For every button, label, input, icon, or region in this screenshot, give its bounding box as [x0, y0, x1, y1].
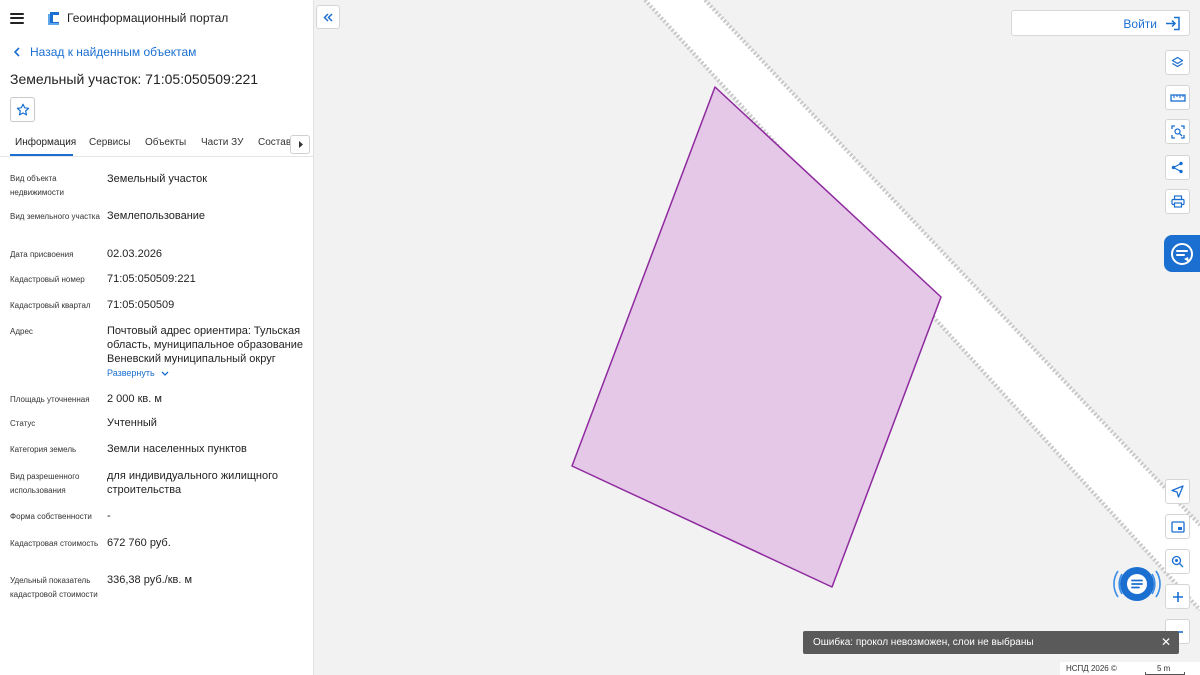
- info-label: Кадастровая стоимость: [10, 539, 99, 548]
- info-label: Кадастровый номер: [10, 275, 85, 284]
- info-value: Земельный участок: [107, 173, 208, 185]
- select-area-icon: [1170, 124, 1185, 139]
- info-label: Статус: [10, 419, 36, 428]
- minimap-button[interactable]: [1165, 514, 1190, 539]
- info-label: Удельный показатель кадастровой стоимост…: [10, 576, 98, 599]
- chat-assistant-button[interactable]: [1110, 557, 1164, 611]
- caret-right-icon: [298, 141, 303, 148]
- map-layer: [571, 0, 1200, 612]
- login-label: Войти: [1123, 17, 1157, 31]
- logo-icon: [48, 11, 59, 25]
- info-value: 02.03.2026: [107, 248, 163, 260]
- layers-icon: [1171, 56, 1184, 68]
- expand-label: Развернуть: [107, 368, 155, 378]
- back-to-results-link[interactable]: Назад к найденным объектам: [13, 45, 313, 59]
- notification-text: Ошибка: прокол невозможен, слои не выбра…: [813, 637, 1034, 648]
- print-button[interactable]: [1165, 189, 1190, 214]
- app-title: Геоинформационный портал: [67, 11, 229, 25]
- share-icon: [1171, 161, 1183, 174]
- share-button[interactable]: [1165, 155, 1190, 180]
- object-title: Земельный участок: 71:05:050509:221: [10, 71, 259, 87]
- chevron-left-icon: [13, 47, 20, 57]
- select-area-button[interactable]: [1165, 119, 1190, 144]
- map-canvas[interactable]: [315, 0, 1200, 675]
- expand-address-link[interactable]: Развернуть: [107, 368, 169, 378]
- map-footer: НСПД 2026 © 5 m: [1060, 662, 1200, 675]
- info-label: Форма собственности: [10, 512, 92, 521]
- tab-composition[interactable]: Состав: [258, 137, 291, 148]
- pin-button[interactable]: [1165, 549, 1190, 574]
- ruler-icon: [1169, 93, 1186, 102]
- tab-information[interactable]: Информация: [15, 137, 76, 148]
- info-value: Земли населенных пунктов: [107, 443, 247, 455]
- login-icon: [1166, 16, 1180, 31]
- print-icon: [1170, 195, 1185, 208]
- locate-icon: [1171, 485, 1184, 498]
- info-value: Землепользование: [107, 210, 206, 222]
- layers-button[interactable]: [1165, 50, 1190, 75]
- login-button[interactable]: Войти: [1011, 10, 1190, 36]
- collapse-panel-button[interactable]: [316, 5, 340, 29]
- info-label: Площадь уточненная: [10, 395, 90, 404]
- info-value: 71:05:050509: [107, 299, 175, 311]
- info-label: Вид разрешенного использования: [10, 472, 80, 495]
- chat-icon: [1113, 567, 1161, 601]
- tab-parcel-parts[interactable]: Части ЗУ: [201, 137, 243, 148]
- chevron-down-icon: [161, 371, 169, 376]
- tab-objects[interactable]: Объекты: [145, 137, 186, 148]
- info-value: 672 760 руб.: [107, 537, 171, 549]
- back-label: Назад к найденным объектам: [30, 45, 197, 59]
- tabs-scroll-right-button[interactable]: [290, 135, 310, 154]
- info-label: Кадастровый квартал: [10, 301, 91, 310]
- tab-bar: Информация Сервисы Объекты Части ЗУ Сост…: [0, 133, 313, 157]
- zoom-in-icon: [1172, 591, 1183, 602]
- info-label: Вид земельного участка: [10, 212, 100, 221]
- star-icon: [16, 103, 29, 115]
- tab-services[interactable]: Сервисы: [89, 137, 130, 148]
- info-value: Почтовый адрес ориентира: Тульская облас…: [107, 325, 304, 365]
- info-panel: Геоинформационный портал Назад к найденн…: [0, 0, 314, 675]
- info-label: Категория земель: [10, 445, 77, 454]
- info-value: 71:05:050509:221: [107, 273, 196, 285]
- support-chat-icon: [1171, 242, 1193, 265]
- pin-icon: [1171, 555, 1184, 568]
- favorite-button[interactable]: [10, 97, 35, 122]
- double-chevron-left-icon: [323, 12, 333, 22]
- support-button[interactable]: [1164, 235, 1200, 272]
- info-value: Учтенный: [107, 417, 157, 429]
- menu-icon[interactable]: [10, 12, 24, 24]
- zoom-in-button[interactable]: [1165, 584, 1190, 609]
- info-value: -: [107, 510, 111, 522]
- info-label: Дата присвоения: [10, 250, 74, 259]
- info-value: 336,38 руб./кв. м: [107, 574, 193, 586]
- info-label: Вид объекта недвижимости: [10, 174, 64, 197]
- active-tab-indicator: [10, 154, 73, 156]
- info-value: 2 000 кв. м: [107, 393, 162, 405]
- info-value: для индивидуального жилищного строительс…: [107, 470, 279, 496]
- top-bar: Геоинформационный портал: [0, 0, 313, 36]
- minimap-icon: [1170, 520, 1185, 533]
- error-notification: Ошибка: прокол невозможен, слои не выбра…: [803, 631, 1179, 654]
- measure-button[interactable]: [1165, 85, 1190, 110]
- copyright: НСПД 2026 ©: [1066, 664, 1117, 673]
- close-icon[interactable]: ✕: [1161, 631, 1171, 654]
- info-label: Адрес: [10, 327, 33, 336]
- land-parcel[interactable]: [571, 86, 942, 588]
- locate-button[interactable]: [1165, 479, 1190, 504]
